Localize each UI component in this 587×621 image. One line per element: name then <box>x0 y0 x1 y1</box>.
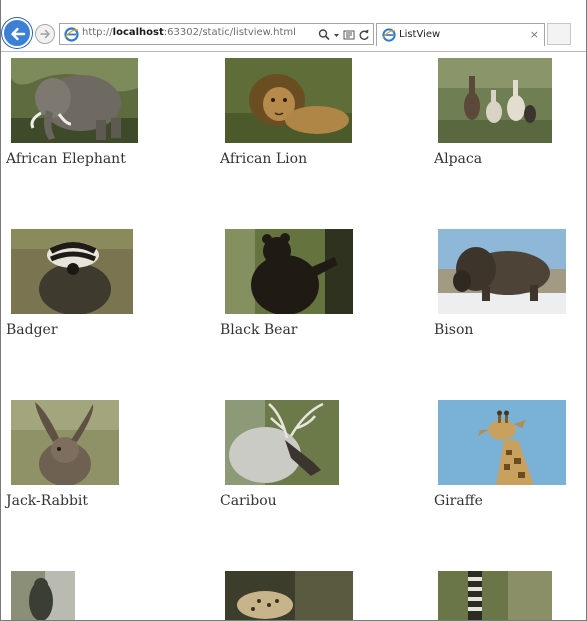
animal-list-view: African Elephant African Lion Alpaca Bad… <box>0 52 587 620</box>
lemur-photo[interactable] <box>438 571 552 620</box>
bird-photo[interactable] <box>11 571 75 620</box>
list-item[interactable] <box>428 565 586 620</box>
search-icon[interactable] <box>318 27 330 41</box>
new-tab-button[interactable] <box>547 23 571 45</box>
list-item[interactable]: African Lion <box>214 52 427 223</box>
list-item[interactable]: Alpaca <box>428 52 586 223</box>
back-arrow-icon <box>11 27 26 41</box>
bison-photo[interactable] <box>438 229 566 314</box>
list-item[interactable]: Caribou <box>214 394 427 565</box>
ie-tab-favicon-icon <box>382 28 396 42</box>
refresh-icon[interactable] <box>358 27 370 41</box>
dropdown-arrow-icon[interactable] <box>333 27 340 41</box>
forward-button[interactable] <box>35 24 55 44</box>
black-bear-photo[interactable] <box>225 229 353 314</box>
list-item[interactable]: Jack-Rabbit <box>0 394 213 565</box>
list-item[interactable]: Badger <box>0 223 213 394</box>
list-item[interactable]: African Elephant <box>0 52 213 223</box>
badger-photo[interactable] <box>11 229 133 314</box>
animal-name[interactable]: Alpaca <box>434 151 482 167</box>
animal-name[interactable]: African Lion <box>220 151 307 167</box>
list-item[interactable]: Giraffe <box>428 394 586 565</box>
alpaca-photo[interactable] <box>438 58 552 143</box>
leopard-photo[interactable] <box>225 571 353 620</box>
back-button[interactable] <box>2 18 32 48</box>
tab-title: ListView <box>399 29 441 40</box>
animal-name[interactable]: Giraffe <box>434 493 483 509</box>
ie-favicon-icon <box>64 27 79 42</box>
address-tools <box>318 27 370 41</box>
animal-name[interactable]: Badger <box>6 322 58 338</box>
animal-name[interactable]: Bison <box>434 322 473 338</box>
list-item[interactable] <box>0 565 213 620</box>
list-item[interactable]: Black Bear <box>214 223 427 394</box>
caribou-photo[interactable] <box>225 400 339 485</box>
animal-name[interactable]: African Elephant <box>6 151 126 167</box>
compatibility-view-icon[interactable] <box>343 27 355 41</box>
browser-chrome: http://localhost:63302/static/listview.h… <box>0 0 587 52</box>
giraffe-photo[interactable] <box>438 400 566 485</box>
address-url[interactable]: http://localhost:63302/static/listview.h… <box>82 27 296 38</box>
elephant-photo[interactable] <box>11 58 138 143</box>
url-prefix: http:// <box>82 27 113 38</box>
animal-name[interactable]: Black Bear <box>220 322 298 338</box>
window-border-left <box>0 0 1 621</box>
animal-name[interactable]: Caribou <box>220 493 277 509</box>
address-bar[interactable]: http://localhost:63302/static/listview.h… <box>59 23 374 45</box>
url-host: localhost <box>112 27 164 38</box>
list-item[interactable] <box>214 565 427 620</box>
lion-photo[interactable] <box>225 58 352 143</box>
forward-arrow-icon <box>40 29 50 39</box>
url-path: :63302/static/listview.html <box>163 27 296 38</box>
list-item[interactable]: Bison <box>428 223 586 394</box>
close-icon[interactable]: × <box>530 28 539 41</box>
jack-rabbit-photo[interactable] <box>11 400 119 485</box>
tab-listview[interactable]: ListView × <box>376 23 545 46</box>
animal-name[interactable]: Jack-Rabbit <box>6 493 88 509</box>
